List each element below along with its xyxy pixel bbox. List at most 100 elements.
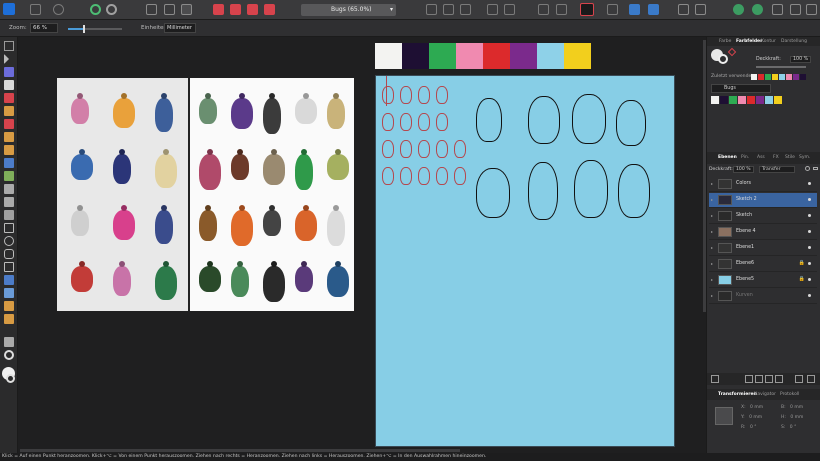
boolean-subtract-icon[interactable] [230,4,241,15]
tab-navigator[interactable]: Navigator [754,392,776,397]
visibility-toggle[interactable] [808,198,811,201]
swatch-3[interactable] [429,43,456,69]
swatch-4[interactable] [456,43,483,69]
contour-tool-icon[interactable] [4,93,14,103]
persona-designer-icon[interactable] [629,4,640,15]
layer-row[interactable]: ▸ Kurven [709,289,817,304]
recent-color-swatch[interactable] [793,74,799,80]
layer-row[interactable]: ▸ Ebene 4 [709,225,817,240]
transparency-tool-icon[interactable] [4,171,14,181]
tab-kontur[interactable]: Kontur [761,39,776,44]
pixel-brush-tool-icon[interactable] [4,301,14,311]
expand-arrow-icon[interactable]: ▸ [711,197,713,202]
order-back-icon[interactable] [487,4,498,15]
swatch-6[interactable] [510,43,537,69]
palette-color-swatch[interactable] [747,96,755,104]
transform-field-value[interactable]: 0 mm [789,405,803,410]
swatch-2[interactable] [402,43,429,69]
tab-farbfelder[interactable]: Farbfelder [736,39,762,44]
pen-tool-icon[interactable] [4,106,14,116]
tab-fx[interactable]: FX [773,155,779,160]
settings-icon[interactable] [106,4,117,15]
reference-image-bugs[interactable] [57,78,354,311]
boolean-xor-icon[interactable] [264,4,275,15]
layer-row[interactable]: ▸ Colors [709,177,817,192]
layer-row[interactable]: ▸ Sketch [709,209,817,224]
help-icon[interactable] [772,4,783,15]
fill-tool-icon[interactable] [4,145,14,155]
units-select[interactable]: Millimeter [164,23,196,33]
window-icon[interactable] [806,4,817,15]
recent-color-swatch[interactable] [765,74,771,80]
fx-icon[interactable] [765,375,773,383]
pixel-view-icon[interactable] [695,4,706,15]
expand-arrow-icon[interactable]: ▸ [711,277,713,282]
transform-field[interactable]: R: 0 ° [741,425,757,430]
eyedropper-icon[interactable] [727,47,737,57]
snapping-toggle-icon[interactable] [580,3,594,16]
rotate-icon[interactable] [460,4,471,15]
visibility-toggle[interactable] [808,294,811,297]
rectangle-tool-icon[interactable] [4,223,14,233]
stroke-color-well[interactable] [6,374,15,383]
color-mode-icon[interactable] [752,4,763,15]
expand-arrow-icon[interactable]: ▸ [711,181,713,186]
lock-icon[interactable]: 🔒 [799,276,805,282]
tab-stile[interactable]: Stile [785,155,795,160]
studio-icon[interactable] [733,4,744,15]
visibility-toggle[interactable] [808,182,811,185]
place-image-tool-icon[interactable] [4,184,14,194]
assistant-icon[interactable] [607,4,618,15]
app-logo-icon[interactable] [3,3,15,15]
zoom-tool-icon[interactable] [4,350,14,360]
flip-vertical-icon[interactable] [443,4,454,15]
document-selector[interactable]: Bugs (65.0%) [301,4,396,16]
swatch-5[interactable] [483,43,510,69]
palette-color-swatch[interactable] [738,96,746,104]
brush-tool-icon[interactable] [4,132,14,142]
layer-options-icon[interactable] [711,375,719,383]
group-layers-icon[interactable] [775,375,783,383]
opacity-slider[interactable] [756,66,806,68]
grid-icon[interactable] [30,4,41,15]
hand-tool-icon[interactable] [4,337,14,347]
artboard-tool-icon[interactable] [4,80,14,90]
group-icon[interactable] [538,4,549,15]
stroke-well[interactable] [718,54,728,64]
tab-protokoll[interactable]: Protokoll [780,392,799,397]
palette-color-swatch[interactable] [729,96,737,104]
align-icon[interactable] [164,4,175,15]
transform-field-value[interactable]: 0 ° [749,425,757,430]
recent-color-swatch[interactable] [786,74,792,80]
move-tool-icon[interactable] [4,54,9,64]
palette-color-swatch[interactable] [756,96,764,104]
visibility-toggle[interactable] [808,278,811,281]
tab-ebenen[interactable]: Ebenen [718,155,737,160]
expand-arrow-icon[interactable]: ▸ [711,213,713,218]
visibility-toggle[interactable] [808,246,811,249]
visibility-toggle[interactable] [808,214,811,217]
visibility-toggle[interactable] [808,262,811,265]
gradient-tool-icon[interactable] [4,158,14,168]
view-mode-icon[interactable] [678,4,689,15]
fullscreen-icon[interactable] [790,4,801,15]
flip-horizontal-icon[interactable] [426,4,437,15]
frame-text-tool-icon[interactable] [4,288,14,298]
delete-layer-icon[interactable] [807,375,815,383]
zoom-slider[interactable] [68,25,122,33]
collapse-toolbar-icon[interactable] [4,41,14,51]
tab-pin[interactable]: Pin. [741,155,749,160]
text-tool-icon[interactable] [4,275,14,285]
adjustment-icon[interactable] [755,375,763,383]
palette-color-swatch[interactable] [765,96,773,104]
boolean-add-icon[interactable] [213,4,224,15]
new-layer-icon[interactable] [795,375,803,383]
select-frame-icon[interactable] [146,4,157,15]
layer-visibility-icon[interactable] [813,167,818,170]
node-tool-icon[interactable] [4,67,14,77]
boolean-intersect-icon[interactable] [247,4,258,15]
artboard[interactable] [375,75,675,447]
palette-color-swatch[interactable] [774,96,782,104]
layer-opacity-input[interactable]: 100 % [733,166,754,173]
visibility-toggle[interactable] [808,230,811,233]
